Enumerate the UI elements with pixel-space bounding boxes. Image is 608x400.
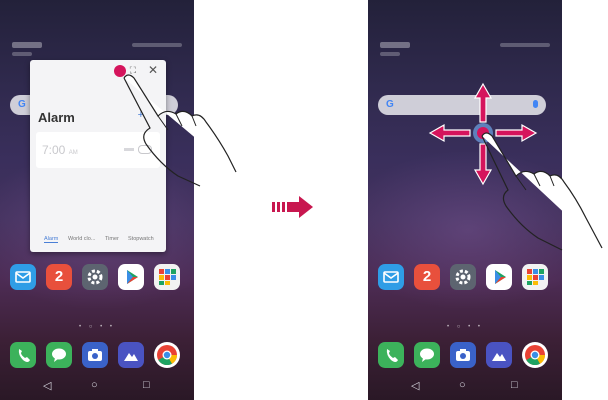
date-blur	[12, 52, 32, 56]
google-folder-icon[interactable]	[154, 264, 180, 290]
navigation-bar: ◁ ○ □	[0, 377, 194, 400]
gallery-icon[interactable]	[118, 342, 144, 368]
tab-timer[interactable]: Timer	[105, 236, 119, 242]
home-app-row: 2	[378, 264, 550, 304]
recents-icon[interactable]: □	[143, 379, 150, 391]
settings-icon[interactable]	[82, 264, 108, 290]
tab-bar: Alarm World clo... Timer Stopwatch	[30, 236, 166, 248]
camera-icon[interactable]	[82, 342, 108, 368]
email-icon[interactable]	[10, 264, 36, 290]
messages-icon[interactable]	[46, 342, 72, 368]
play-store-icon[interactable]	[118, 264, 144, 290]
settings-icon[interactable]	[450, 264, 476, 290]
calendar-icon[interactable]: 2	[46, 264, 72, 290]
clock-blur	[380, 42, 410, 48]
date-blur	[380, 52, 400, 56]
dock-app-row	[378, 342, 550, 372]
tab-stopwatch[interactable]: Stopwatch	[128, 236, 154, 242]
phone-icon[interactable]	[10, 342, 36, 368]
transition-arrow	[272, 196, 313, 218]
gallery-icon[interactable]	[486, 342, 512, 368]
navigation-bar: ◁ ○ □	[368, 377, 562, 400]
hand-pointer-left	[123, 74, 237, 187]
clock-blur	[12, 42, 42, 48]
hand-pointer-right	[481, 132, 603, 251]
phone-screen-before: G ⛶ ✕ Alarm + 7:00 AM Alarm World clo...…	[0, 0, 194, 400]
phone-icon[interactable]	[378, 342, 404, 368]
weather-blur	[132, 43, 182, 47]
app-title: Alarm	[38, 110, 75, 125]
status-area	[12, 40, 182, 60]
chrome-icon[interactable]	[154, 342, 180, 368]
messages-icon[interactable]	[414, 342, 440, 368]
back-icon[interactable]: ◁	[43, 379, 51, 392]
calendar-icon[interactable]: 2	[414, 264, 440, 290]
play-store-icon[interactable]	[486, 264, 512, 290]
google-icon: G	[386, 99, 394, 110]
status-area	[380, 40, 550, 60]
page-indicator: • ○ • •	[79, 324, 115, 330]
google-folder-icon[interactable]	[522, 264, 548, 290]
page-indicator: • ○ • •	[447, 324, 483, 330]
chrome-icon[interactable]	[522, 342, 548, 368]
email-icon[interactable]	[378, 264, 404, 290]
weather-blur	[500, 43, 550, 47]
camera-icon[interactable]	[450, 342, 476, 368]
home-icon[interactable]: ○	[459, 379, 466, 391]
dock-app-row	[10, 342, 182, 372]
tab-world-clock[interactable]: World clo...	[68, 236, 95, 242]
alarm-time: 7:00 AM	[42, 143, 78, 157]
home-icon[interactable]: ○	[91, 379, 98, 391]
back-icon[interactable]: ◁	[411, 379, 419, 392]
google-icon: G	[18, 99, 26, 110]
home-app-row: 2	[10, 264, 182, 304]
recents-icon[interactable]: □	[511, 379, 518, 391]
tab-alarm[interactable]: Alarm	[44, 236, 59, 243]
